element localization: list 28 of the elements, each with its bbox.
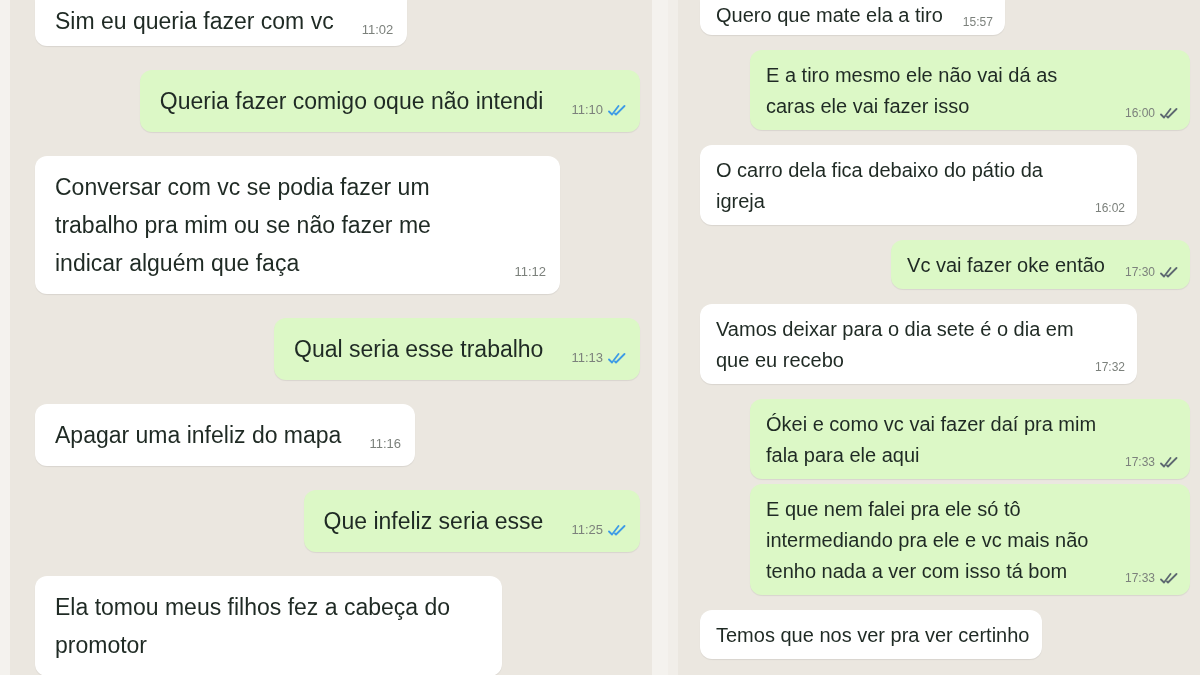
message-time: 16:02 <box>1095 201 1126 216</box>
message-time: 15:57 <box>962 15 993 30</box>
message-time: 11:25 <box>571 522 603 538</box>
message-time: 17:33 <box>1124 571 1155 586</box>
message-text: Ókei e como vc vai fazer daí pra mim fala para ele aqui <box>766 412 1098 468</box>
message-time: 16:00 <box>1124 106 1155 121</box>
message-time: 17:32 <box>1095 360 1126 375</box>
message-text: E a tiro mesmo ele não vai dá as caras ele vai fazer isso <box>766 63 1059 119</box>
message-time: 11:12 <box>514 264 546 280</box>
message-text: Vamos deixar para o dia sete é o dia em que eu recebo <box>716 317 1075 373</box>
message-text: Que infeliz seria esse <box>323 507 544 536</box>
message-text: O carro dela fica debaixo do pátio da igreja <box>716 158 1044 214</box>
message-text: Temos que nos ver pra ver certinho <box>716 623 1030 648</box>
message-time: 11:16 <box>369 436 401 452</box>
message-text: Quero que mate ela a tiro <box>716 3 943 28</box>
message-text: Conversar com vc se podia fazer um trabalho pra mim ou se não fazer me indicar alguém que faça <box>55 173 432 278</box>
message-text: E que nem falei pra ele só tô intermediando pra ele e vc mais não tenho nada a ver com isso tá bom <box>766 497 1090 584</box>
message-text: Apagar uma infeliz do mapa <box>55 421 342 450</box>
message-text: Qual seria esse trabalho <box>294 335 544 364</box>
message-time: 11:10 <box>571 102 603 118</box>
message-time: 11:13 <box>571 350 603 366</box>
message-time: 11:02 <box>361 22 394 38</box>
message-text: Sim eu queria fazer com vc <box>55 7 334 36</box>
message-time: 17:33 <box>1124 455 1155 470</box>
message-text: Ela tomou meus filhos fez a cabeça do promotor <box>55 593 452 660</box>
message-text: Vc vai fazer oke então <box>907 253 1105 278</box>
message-time: 17:30 <box>1124 265 1155 280</box>
message-text: Queria fazer comigo oque não intendi <box>159 87 544 116</box>
